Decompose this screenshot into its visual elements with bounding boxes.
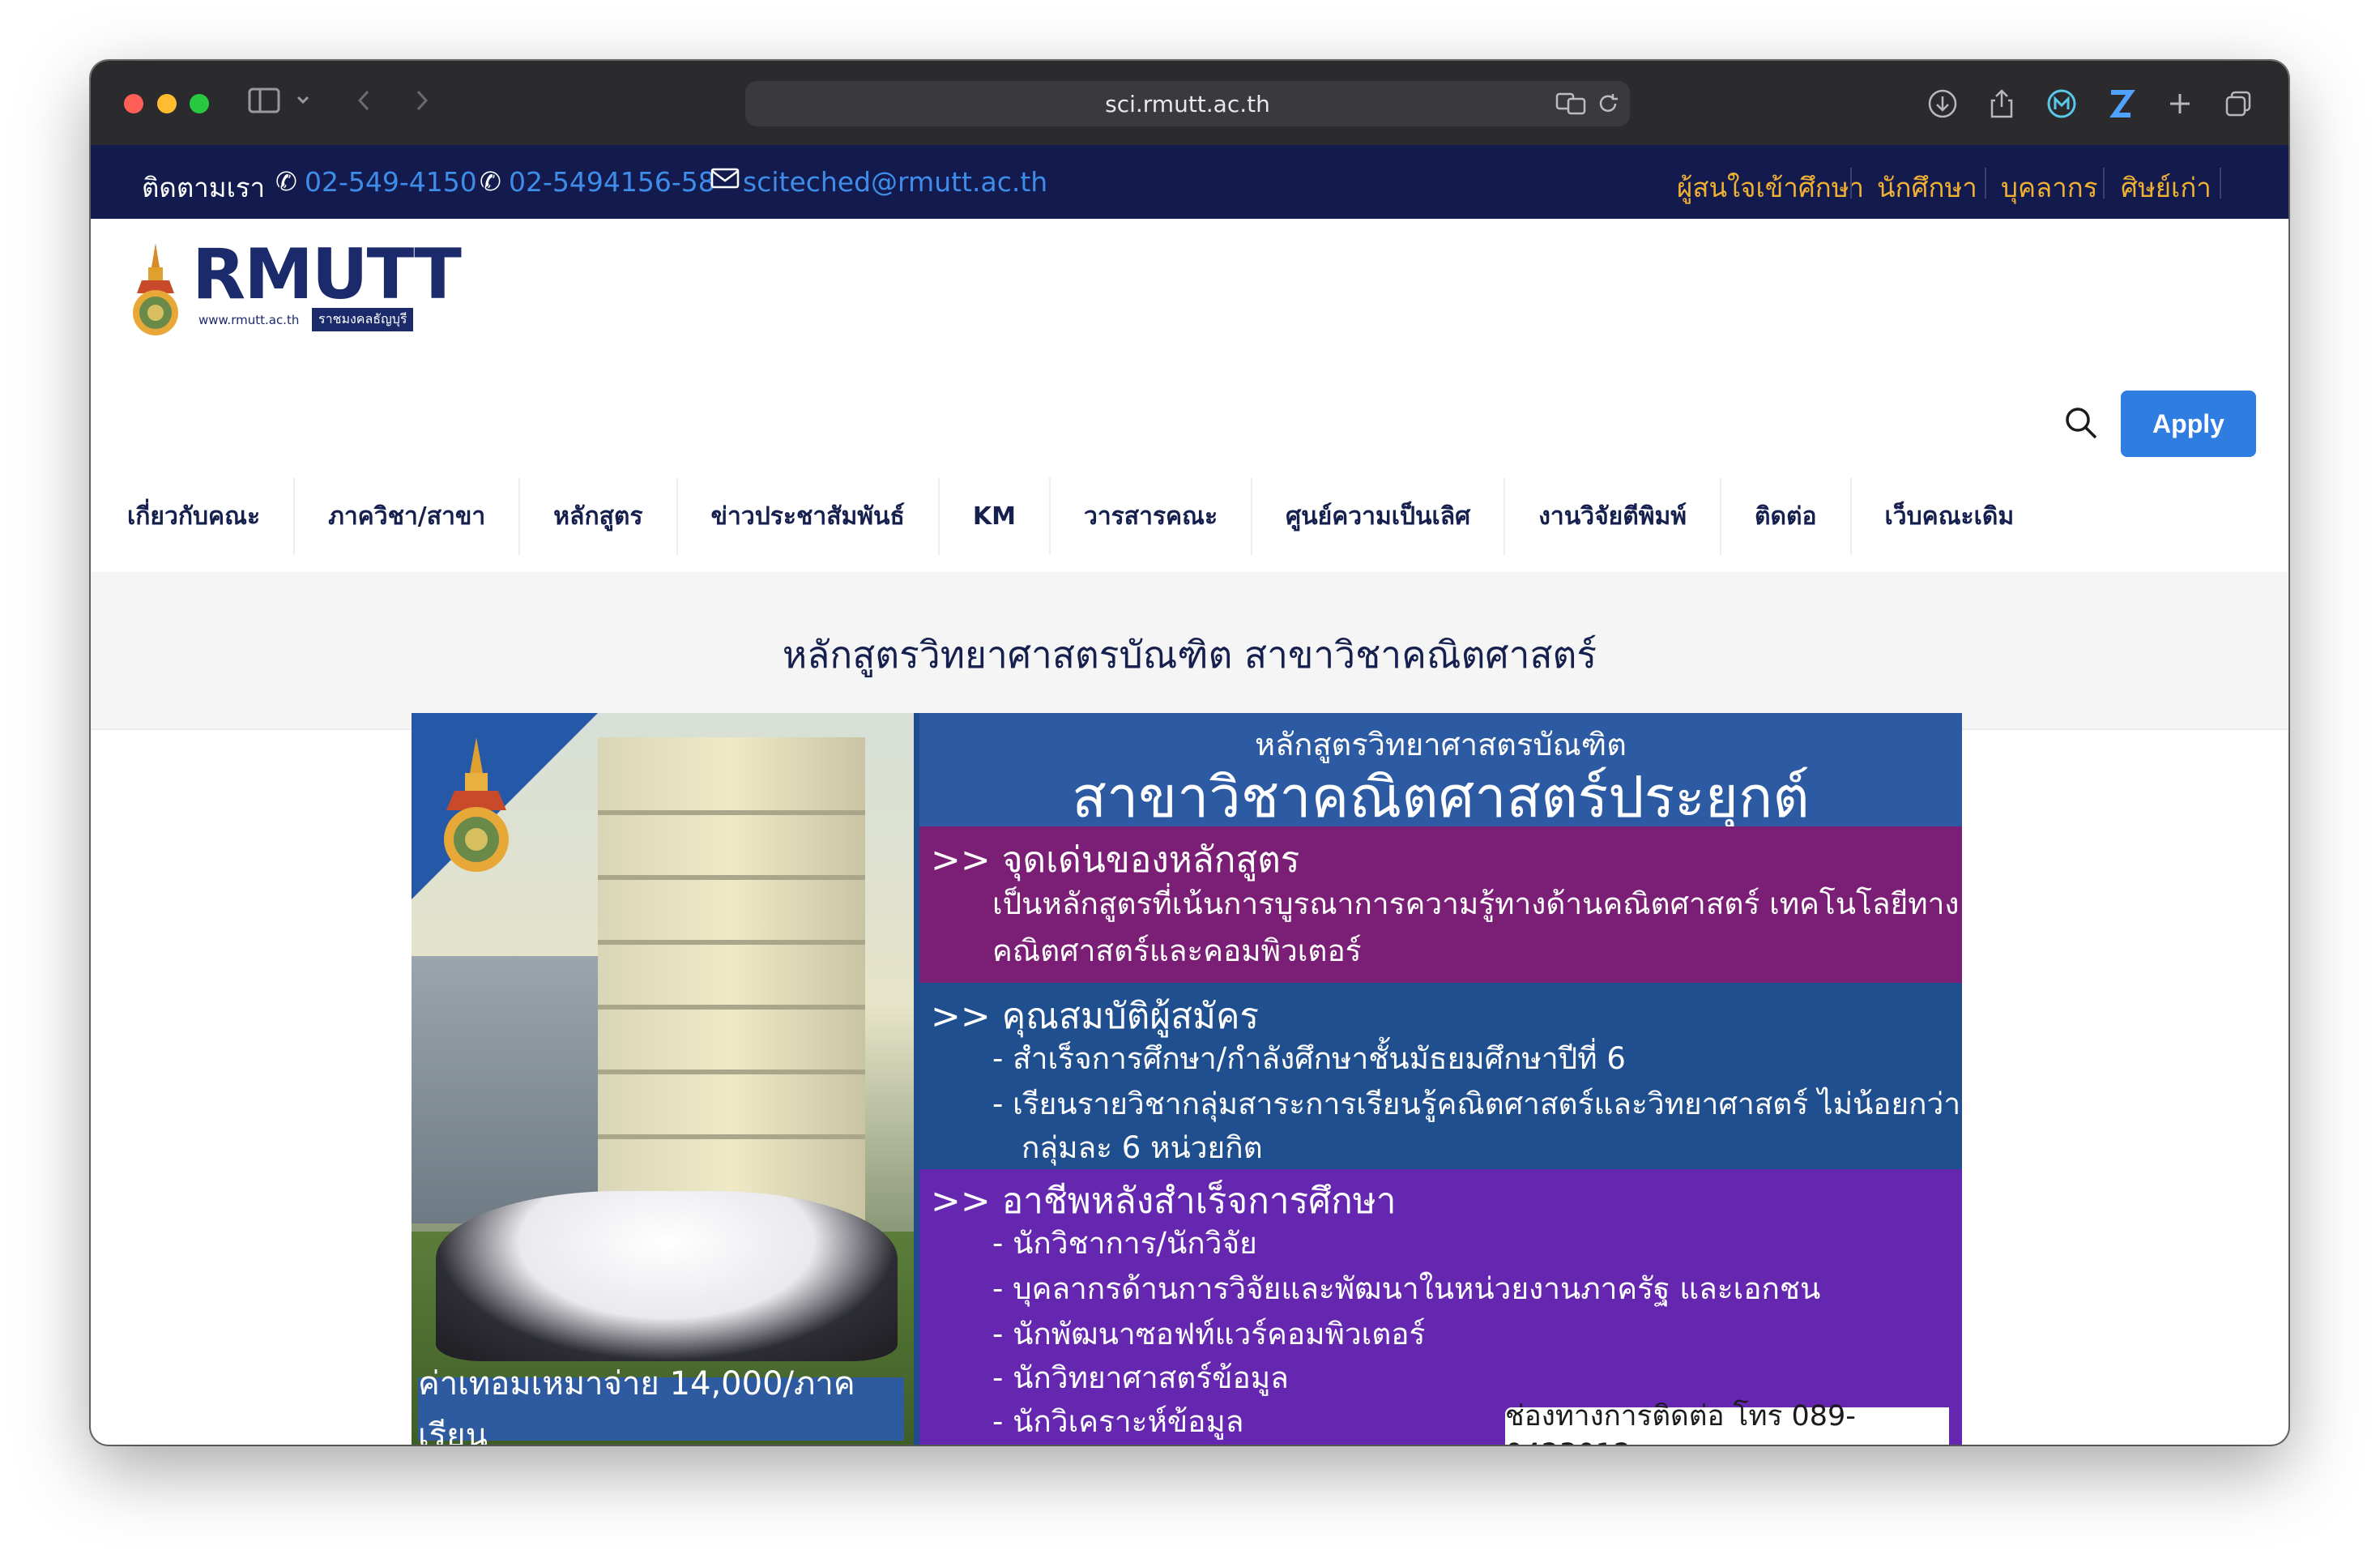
section-line: - นักวิเคราะห์ข้อมูล [992,1404,1244,1439]
poster-section-qualifications: >> คุณสมบัติผู้สมัคร - สำเร็จการศึกษา/กำ… [919,983,1962,1169]
nav-item-about[interactable]: เกี่ยวกับคณะ [91,478,296,555]
browser-window: sci.rmutt.ac.th ติดตามเรา ✆ 02-549-4150 … [91,61,2288,1445]
nav-item-old-site[interactable]: เว็บคณะเดิม [1852,478,2048,555]
divider [2220,168,2221,199]
campus-photo: ค่าเทอมเหมาจ่าย 14,000/ภาคเรียน [412,713,914,1445]
zoom-window-button[interactable] [190,94,209,113]
reload-icon[interactable] [1596,91,1620,122]
university-emblem-icon [444,737,509,872]
poster-contact-label: ช่องทางการติดต่อ โทร 089-0423012 [1505,1400,1949,1445]
chevron-down-icon[interactable] [295,87,311,122]
program-poster: ค่าเทอมเหมาจ่าย 14,000/ภาคเรียน หลักสูตร… [412,713,1962,1445]
section-line: เป็นหลักสูตรที่เน้นการบูรณาการความรู้ทาง… [992,886,1960,921]
nav-item-contact[interactable]: ติดต่อ [1721,478,1852,555]
section-line: - นักวิชาการ/นักวิจัย [992,1226,1257,1261]
address-bar[interactable]: sci.rmutt.ac.th [745,81,1630,126]
section-line: กลุ่มละ 6 หน่วยกิต [1022,1130,1263,1165]
topbar-link-students[interactable]: นักศึกษา [1877,166,1977,209]
logo-wordmark: RMUTT [192,234,462,315]
tuition-fee-label: ค่าเทอมเหมาจ่าย 14,000/ภาคเรียน [418,1365,904,1445]
building-floor [598,1005,865,1010]
browser-toolbar: sci.rmutt.ac.th [91,61,2288,145]
phone-link-2[interactable]: 02-5494156-58 [509,166,715,198]
phone-icon: ✆ [480,166,501,197]
rmutt-emblem-icon [133,243,178,335]
logo-url: www.rmutt.ac.th [198,313,300,327]
phone-link-1[interactable]: 02-549-4150 [305,166,477,198]
page-title: หลักสูตรวิทยาศาสตรบัณฑิต สาขาวิชาคณิตศาส… [782,633,1597,677]
nav-item-research[interactable]: งานวิจัยตีพิมพ์ [1505,478,1722,555]
page-title-band: หลักสูตรวิทยาศาสตรบัณฑิต สาขาวิชาคณิตศาส… [91,572,2288,730]
close-window-button[interactable] [124,94,143,113]
site-header: RMUTT www.rmutt.ac.th ราชมงคลธัญบุรี App… [91,219,2288,572]
nav-item-excellence[interactable]: ศูนย์ความเป็นเลิศ [1252,478,1506,555]
topbar-link-prospective[interactable]: ผู้สนใจเข้าศึกษา [1677,166,1864,209]
building-floor [598,810,865,815]
email-link[interactable]: sciteched@rmutt.ac.th [743,166,1047,198]
email-icon [710,164,740,199]
extension-m-icon[interactable] [2040,82,2084,126]
building-floor [598,1070,865,1074]
main-nav: เกี่ยวกับคณะ ภาควิชา/สาขา หลักสูตร ข่าวป… [91,478,2047,555]
nav-item-news[interactable]: ข่าวประชาสัมพันธ์ [678,478,940,555]
nav-item-km[interactable]: KM [940,478,1051,555]
building-floor [598,875,865,880]
section-line: - เรียนรายวิชากลุ่มสาระการเรียนรู้คณิตศา… [992,1087,1961,1121]
nav-item-departments[interactable]: ภาควิชา/สาขา [295,478,521,555]
extension-z-icon[interactable] [2099,82,2143,126]
section-line: - บุคลากรด้านการวิจัยและพัฒนาในหน่วยงานภ… [992,1271,1821,1306]
back-icon[interactable] [355,87,374,122]
section-line: - สำเร็จการศึกษา/กำลังศึกษาชั้นมัธยมศึกษ… [992,1041,1626,1076]
share-icon[interactable] [1980,82,2024,126]
poster-section-highlights: >> จุดเด่นของหลักสูตร เป็นหลักสูตรที่เน้… [919,826,1962,983]
section-line: คณิตศาสตร์และคอมพิวเตอร์ [992,933,1362,968]
students-group [436,1191,898,1361]
forward-icon[interactable] [412,87,431,122]
follow-label: ติดตามเรา [142,172,266,203]
new-tab-icon[interactable] [2158,82,2202,126]
tabs-overview-icon[interactable] [2216,82,2260,126]
section-line: - นักพัฒนาซอฟท์แวร์คอมพิวเตอร์ [992,1317,1426,1351]
url-text: sci.rmutt.ac.th [1105,91,1270,117]
building-floor [598,940,865,945]
divider [1985,168,1986,199]
building-floor [598,1134,865,1139]
topbar-link-staff[interactable]: บุคลากร [2001,166,2097,209]
topbar-link-alumni[interactable]: ศิษย์เก่า [2121,166,2212,209]
poster-header: หลักสูตรวิทยาศาสตรบัณฑิต สาขาวิชาคณิตศาส… [919,713,1962,830]
nav-item-journal[interactable]: วารสารคณะ [1051,478,1253,555]
phone-icon: ✆ [275,166,297,197]
translate-icon[interactable] [1555,91,1588,122]
minimize-window-button[interactable] [157,94,177,113]
logo-tagline: ราชมงคลธัญบุรี [312,308,414,331]
apply-button[interactable]: Apply [2121,391,2256,457]
building-hall [412,956,614,1223]
search-icon[interactable] [2063,405,2099,441]
nav-item-programs[interactable]: หลักสูตร [520,478,678,555]
sidebar-icon[interactable] [248,87,280,122]
divider [2103,168,2105,199]
divider [1850,168,1852,199]
section-line: - นักวิทยาศาสตร์ข้อมูล [992,1360,1289,1395]
contact-topbar: ติดตามเรา ✆ 02-549-4150 ✆ 02-5494156-58 … [91,145,2288,219]
download-icon[interactable] [1921,82,1964,126]
